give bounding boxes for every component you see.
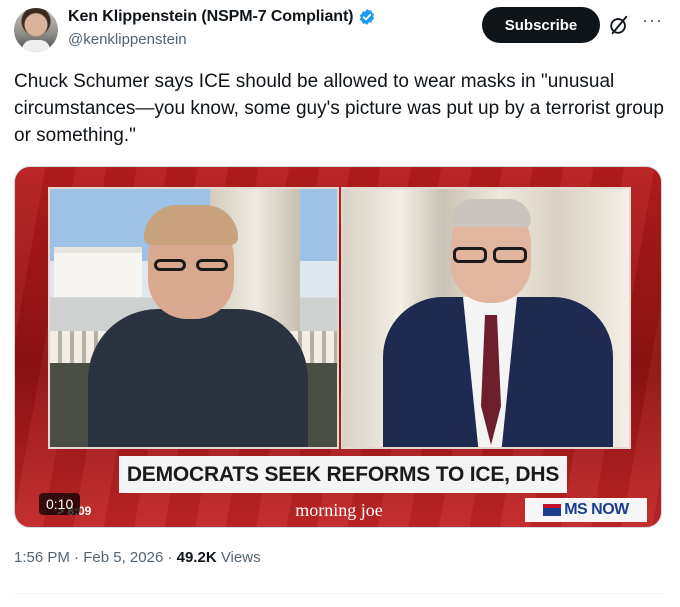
guest-glasses — [493, 247, 527, 263]
tweet-text: Chuck Schumer says ICE should be allowed… — [14, 71, 664, 146]
more-options-icon[interactable]: ··· — [642, 11, 666, 33]
network-logo: MS NOW — [525, 498, 647, 522]
views-label: Views — [220, 549, 261, 566]
white-house-image — [54, 247, 142, 297]
author-name[interactable]: Ken Klippenstein (NSPM-7 Compliant) — [68, 8, 354, 26]
author-name-row[interactable]: Ken Klippenstein (NSPM-7 Compliant) — [68, 8, 376, 26]
grok-icon[interactable] — [608, 14, 630, 36]
author-avatar[interactable] — [14, 8, 58, 52]
divider — [14, 593, 664, 594]
separator: · — [74, 549, 84, 566]
news-chyron: DEMOCRATS SEEK REFORMS TO ICE, DHS — [119, 456, 567, 493]
network-name: MS NOW — [564, 501, 629, 518]
separator: · — [167, 549, 177, 566]
video-duration: 0:10 — [39, 493, 81, 515]
host-glasses — [154, 259, 186, 271]
guest-glasses — [453, 247, 487, 263]
video-panel-right — [341, 187, 631, 449]
host-glasses — [196, 259, 228, 271]
verified-badge-icon — [360, 9, 375, 25]
tweet-date[interactable]: Feb 5, 2026 — [83, 549, 163, 566]
avatar-shirt — [22, 40, 50, 52]
subscribe-button[interactable]: Subscribe — [482, 7, 600, 43]
tweet-time[interactable]: 1:56 PM — [14, 549, 70, 566]
views-count: 49.2K — [176, 549, 217, 566]
flag-icon — [543, 504, 562, 516]
video-player[interactable]: DEMOCRATS SEEK REFORMS TO ICE, DHS > 8:0… — [14, 166, 662, 528]
author-handle[interactable]: @kenklippenstein — [68, 31, 187, 48]
host-hair — [144, 205, 238, 245]
guest-hair — [451, 199, 531, 227]
video-panel-left — [48, 187, 339, 449]
tweet-meta: 1:56 PM · Feb 5, 2026 · 49.2K Views — [14, 549, 261, 566]
host-body — [88, 309, 308, 447]
